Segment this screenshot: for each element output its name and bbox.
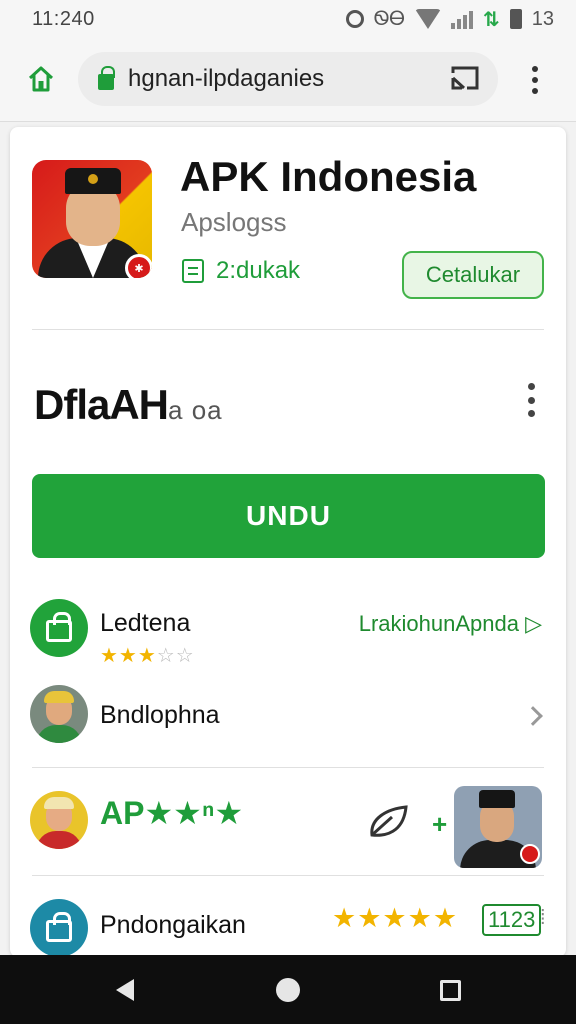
battery-icon xyxy=(509,9,522,29)
list-item-link[interactable]: LrakiohunApnda ▷ xyxy=(359,611,542,637)
document-icon xyxy=(182,259,204,283)
wifi-icon xyxy=(414,9,441,29)
app-size-row: 2:dukak xyxy=(182,257,300,285)
recents-icon[interactable] xyxy=(440,980,461,1001)
battery-level: 13 xyxy=(531,7,554,30)
rating-stars: ★★★★★ xyxy=(332,903,459,933)
more-icon[interactable]: ⁞ xyxy=(540,907,546,930)
app-icon: ✱ xyxy=(32,160,152,278)
data-activity-icon: ⇅ xyxy=(482,8,500,31)
back-icon[interactable] xyxy=(116,979,134,1001)
app-thumbnail[interactable] xyxy=(454,786,542,868)
ap-stars: ★★ⁿ★ xyxy=(144,795,244,831)
alarm-icon xyxy=(345,10,364,28)
overflow-menu-icon[interactable] xyxy=(528,66,542,94)
list-item-label: Bndlophna xyxy=(100,701,220,729)
leaf-icon[interactable] xyxy=(366,803,410,841)
avatar xyxy=(30,791,88,849)
app-developer: Apslogss xyxy=(181,207,287,237)
app-card: ✱ APK Indonesia Apslogss 2:dukak Cetaluk… xyxy=(10,127,566,957)
address-bar[interactable]: hgnan-ilpdaganies xyxy=(78,52,498,106)
app-title: APK Indonesia xyxy=(180,153,477,200)
app-size: 2:dukak xyxy=(216,257,301,284)
url-text: hgnan-ilpdaganies xyxy=(128,65,325,92)
divider xyxy=(32,329,544,330)
signal-icon xyxy=(450,9,473,29)
download-button[interactable]: UNDU xyxy=(32,474,545,558)
shopping-bag-icon xyxy=(30,899,88,957)
system-nav-bar xyxy=(0,955,576,1024)
lock-icon xyxy=(98,66,115,90)
status-time: 11:240 xyxy=(32,7,95,30)
status-bar: 11:240 ᏫᎾ ⇅ 13 xyxy=(0,0,576,38)
ap-label: AP★★ⁿ★ xyxy=(100,795,244,831)
list-item[interactable]: Ledtena ★★★☆☆ LrakiohunApnda ▷ xyxy=(10,589,566,669)
avatar xyxy=(30,685,88,743)
list-item-label: Ledtena xyxy=(100,609,191,637)
status-icons: ᏫᎾ ⇅ 13 xyxy=(345,7,554,32)
catalog-button[interactable]: Cetalukar xyxy=(402,251,544,299)
rating-stars: ★★★☆☆ xyxy=(100,645,195,667)
section-title: DflaAHa oa xyxy=(34,381,223,428)
home-circle-icon[interactable] xyxy=(276,978,300,1002)
app-badge-icon: ✱ xyxy=(125,254,152,278)
list-item-label: Pndongaikan xyxy=(100,911,246,939)
section-title-small: a oa xyxy=(168,395,223,425)
section-menu-icon[interactable] xyxy=(524,383,538,417)
divider xyxy=(32,767,544,768)
shopping-bag-icon xyxy=(30,599,88,657)
carrier-text: ᏫᎾ xyxy=(373,7,405,30)
chevron-right-icon xyxy=(523,706,543,726)
list-item[interactable]: Bndlophna xyxy=(10,679,566,759)
browser-toolbar: hgnan-ilpdaganies xyxy=(0,38,576,122)
home-icon[interactable] xyxy=(26,64,56,94)
count-badge: 1123 xyxy=(482,904,542,936)
divider xyxy=(32,875,544,876)
plus-icon[interactable]: + xyxy=(432,809,447,840)
cast-icon[interactable] xyxy=(450,64,480,92)
